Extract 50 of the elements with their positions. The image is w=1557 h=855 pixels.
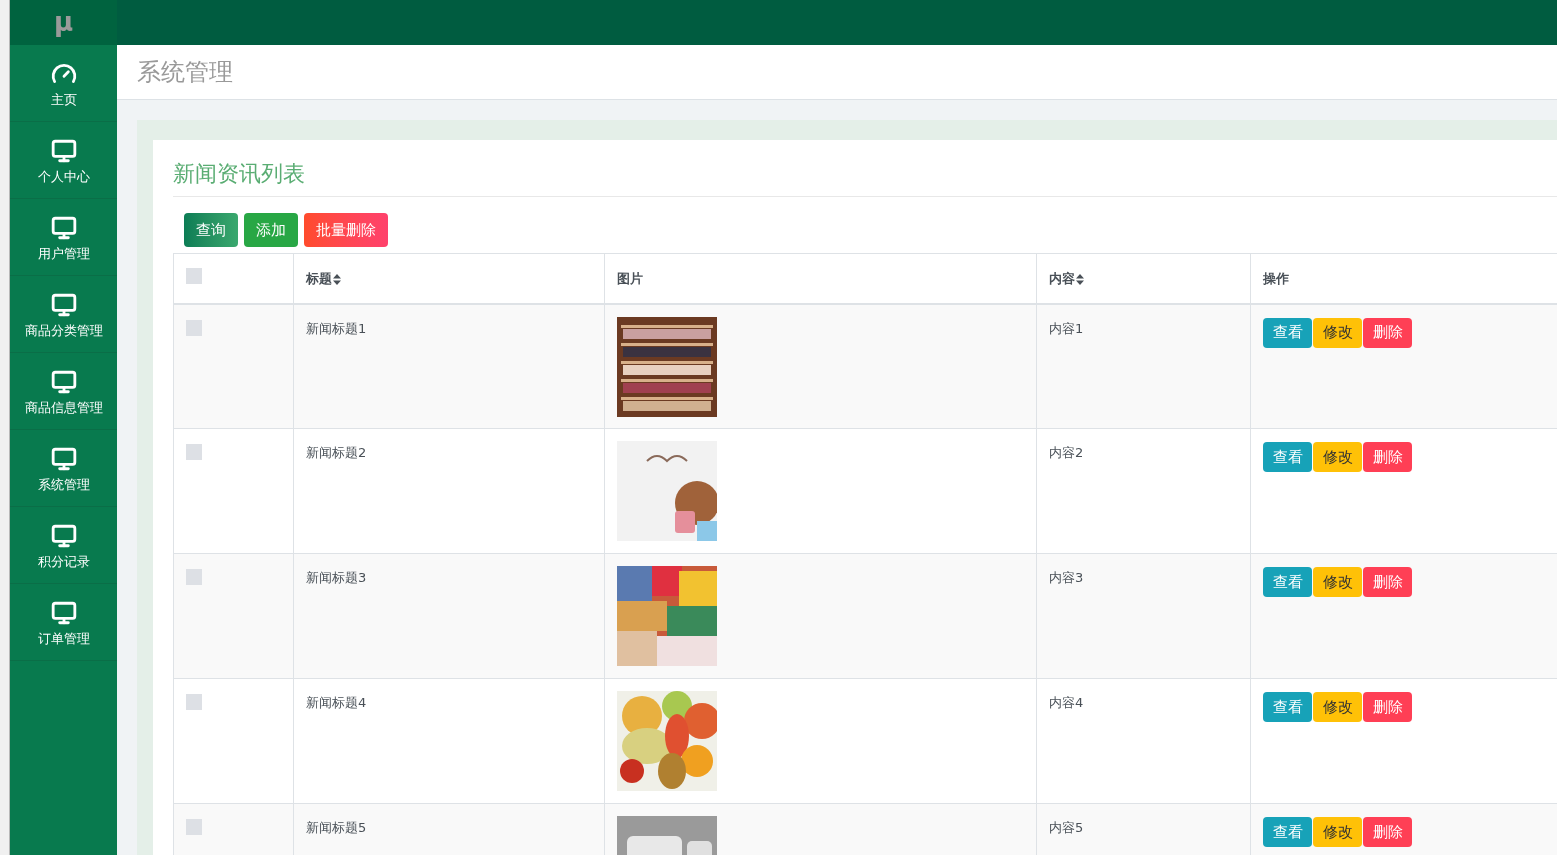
column-header: 内容: [1049, 270, 1075, 286]
table-cell: 内容2: [1049, 445, 1084, 460]
page-title: 系统管理: [137, 57, 233, 88]
table-cell: 内容3: [1049, 570, 1084, 585]
table-cell: 内容5: [1049, 820, 1084, 835]
table-cell: 新闻标题2: [306, 445, 367, 460]
monitor-icon: [50, 368, 77, 395]
table-cell: 新闻标题4: [306, 695, 367, 710]
action-button[interactable]: 修改: [1313, 442, 1362, 472]
table-cell: 新闻标题1: [306, 320, 367, 336]
action-button[interactable]: 删除: [1363, 442, 1412, 472]
action-button[interactable]: 查看: [1263, 817, 1312, 847]
sort-icon[interactable]: [1076, 273, 1084, 285]
action-button[interactable]: 修改: [1313, 692, 1362, 722]
action-button[interactable]: 修改: [1313, 317, 1362, 348]
column-header: 标题: [306, 270, 332, 286]
table-cell: 内容4: [1049, 695, 1084, 710]
action-button[interactable]: 修改: [1313, 817, 1362, 847]
checkbox[interactable]: [186, 694, 202, 710]
table-cell: 新闻标题3: [306, 570, 367, 585]
toolbar-button[interactable]: 批量删除: [304, 213, 388, 247]
monitor-icon: [50, 599, 77, 626]
action-button[interactable]: 删除: [1363, 567, 1412, 597]
action-button[interactable]: 删除: [1363, 692, 1412, 722]
table-cell: 新闻标题5: [306, 820, 367, 835]
action-button[interactable]: 修改: [1313, 567, 1362, 597]
action-button[interactable]: 删除: [1363, 817, 1412, 847]
checkbox[interactable]: [186, 819, 202, 835]
monitor-icon: [50, 214, 77, 241]
toolbar-button[interactable]: 查询: [184, 213, 238, 247]
sort-icon[interactable]: [333, 273, 341, 285]
column-header: 操作: [1263, 270, 1289, 286]
action-button[interactable]: 查看: [1263, 442, 1312, 472]
action-button[interactable]: 查看: [1263, 567, 1312, 597]
action-button[interactable]: 查看: [1263, 692, 1312, 722]
logo: μ: [10, 0, 117, 45]
monitor-icon: [50, 522, 77, 549]
card-title: 新闻资讯列表: [173, 156, 1557, 197]
checkbox[interactable]: [186, 444, 202, 460]
table-cell: 内容1: [1049, 320, 1084, 336]
checkbox[interactable]: [186, 319, 202, 336]
monitor-icon: [50, 445, 77, 472]
monitor-icon: [50, 291, 77, 318]
action-button[interactable]: 删除: [1363, 317, 1412, 348]
monitor-icon: [50, 137, 77, 164]
column-header: 图片: [617, 270, 643, 286]
checkbox[interactable]: [186, 569, 202, 585]
toolbar-button[interactable]: 添加: [244, 213, 298, 247]
action-button[interactable]: 查看: [1263, 317, 1312, 348]
checkbox[interactable]: [186, 268, 202, 284]
